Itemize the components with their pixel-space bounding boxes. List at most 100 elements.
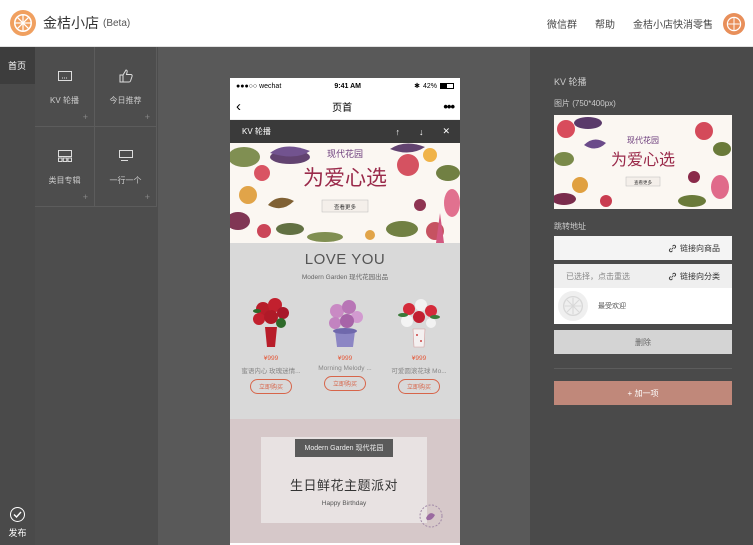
- left-nav: 首页 发布: [0, 47, 35, 545]
- add-icon: +: [82, 192, 88, 202]
- floral-preview-image: 现代花园 为爱心选 查看更多: [554, 115, 732, 209]
- link-category-button[interactable]: 链接向分类: [668, 271, 720, 282]
- thumbs-up-icon: [119, 67, 133, 85]
- stamp-seal-image: [419, 504, 443, 528]
- buy-now-button[interactable]: 立即购买: [323, 376, 366, 391]
- link-product-label: 链接向商品: [680, 243, 720, 253]
- rose-bouquet-image: [253, 298, 289, 347]
- flower-ball-image: [398, 299, 440, 348]
- publish-button[interactable]: 发布: [0, 507, 35, 539]
- check-circle-icon: [10, 507, 25, 522]
- single-row-icon: [118, 147, 133, 165]
- section-subheading: Modern Garden 现代花园出品: [301, 274, 389, 281]
- kv-banner[interactable]: 现代花园 为爱心选 查看更多: [230, 143, 460, 243]
- selected-category-item: 最受欢迎: [554, 288, 732, 324]
- component-today-pick[interactable]: 今日推荐 +: [95, 47, 157, 127]
- product-name: 可爱圆滚花球 Mo...: [391, 368, 447, 375]
- carrier-text: ●●●○○ wechat: [236, 82, 282, 90]
- component-category-album[interactable]: 类目专辑 +: [35, 127, 95, 207]
- component-label: 类目专辑: [48, 176, 81, 185]
- app-logo[interactable]: [10, 10, 36, 36]
- bluetooth-icon: ✱: [414, 83, 420, 90]
- buy-now-button[interactable]: 立即购买: [397, 379, 440, 394]
- top-bar: 金桔小店 (Beta) 微信群 帮助 金桔小店快消零售: [0, 0, 753, 47]
- store-name-link[interactable]: 金桔小店快消零售: [633, 16, 713, 31]
- component-kv-carousel[interactable]: KV 轮播 +: [35, 47, 95, 127]
- kv-toolbar: KV 轮播 ↑ ↓ ✕: [230, 120, 460, 143]
- party-card: Modern Garden 现代花园 生日鲜花主题派对 Happy Birthd…: [261, 437, 427, 523]
- product-card[interactable]: ¥999 蜜语内心 玫瑰迷情... 立即购买: [238, 295, 304, 394]
- product-card[interactable]: ¥999 Morning Melody ... 立即购买: [312, 295, 378, 394]
- product-list: ¥999 蜜语内心 玫瑰迷情... 立即购买 ¥999 Morning Melo…: [230, 295, 460, 394]
- orange-slice-icon: [562, 295, 584, 317]
- party-tag: Modern Garden 现代花园: [294, 439, 394, 457]
- category-icon: [57, 147, 72, 165]
- link-address-label: 跳转地址: [554, 222, 586, 231]
- banner-title: 现代花园: [327, 148, 363, 160]
- image-label: 图片 (750*400px): [554, 99, 616, 108]
- beta-badge: (Beta): [103, 17, 131, 29]
- avatar[interactable]: [723, 12, 745, 35]
- category-thumbnail: [558, 291, 588, 321]
- kv-toolbar-label: KV 轮播: [242, 127, 271, 136]
- preview-banner-title: 现代花园: [627, 135, 659, 145]
- orange-slice-icon: [726, 16, 742, 31]
- birthday-party-section[interactable]: Modern Garden 现代花园 生日鲜花主题派对 Happy Birthd…: [230, 419, 460, 543]
- image-upload[interactable]: 现代花园 为爱心选 查看更多: [554, 115, 732, 209]
- link-category-label: 链接向分类: [680, 271, 720, 281]
- move-up-icon[interactable]: ↑: [395, 127, 400, 137]
- product-price: ¥999: [337, 355, 353, 362]
- pink-bouquet-image: [329, 300, 363, 347]
- phone-preview: ●●●○○ wechat 9:41 AM ✱ 42% ‹ 页首 ••• KV 轮…: [230, 78, 460, 545]
- preview-banner-headline: 为爱心选: [611, 150, 675, 169]
- product-name: 蜜语内心 玫瑰迷情...: [241, 368, 301, 375]
- component-panel: KV 轮播 + 今日推荐 + 类目专辑 + 一行一个 +: [35, 47, 158, 545]
- status-bar: ●●●○○ wechat 9:41 AM ✱ 42%: [230, 78, 460, 94]
- selected-category-name: 最受欢迎: [598, 303, 626, 310]
- editor-canvas: ●●●○○ wechat 9:41 AM ✱ 42% ‹ 页首 ••• KV 轮…: [158, 47, 530, 545]
- selected-placeholder: 已选择，点击重选: [566, 271, 630, 281]
- product-card[interactable]: ¥999 可爱圆滚花球 Mo... 立即购买: [386, 295, 452, 394]
- settings-title: KV 轮播: [554, 77, 587, 87]
- divider: [554, 368, 732, 369]
- product-price: ¥999: [263, 355, 279, 362]
- component-label: KV 轮播: [50, 96, 79, 105]
- add-item-button[interactable]: + 加一项: [554, 381, 732, 405]
- publish-label: 发布: [8, 528, 27, 538]
- delete-button[interactable]: 删除: [554, 330, 732, 354]
- product-name: Morning Melody ...: [318, 365, 372, 372]
- carousel-icon: [57, 67, 72, 85]
- battery-percent: 42%: [422, 82, 437, 90]
- component-label: 今日推荐: [109, 96, 142, 105]
- add-icon: +: [144, 112, 150, 122]
- link-product-button[interactable]: 链接向商品: [554, 236, 732, 260]
- banner-more-label: 查看更多: [334, 203, 357, 211]
- nav-item-home[interactable]: 首页: [0, 47, 35, 84]
- close-icon[interactable]: ✕: [442, 126, 450, 137]
- product-price: ¥999: [411, 355, 427, 362]
- section-heading: LOVE YOU: [304, 251, 386, 268]
- preview-more-label: 查看更多: [634, 179, 652, 186]
- orange-slice-icon: [14, 14, 32, 32]
- floral-banner-image: 现代花园 为爱心选 查看更多: [230, 143, 460, 243]
- banner-headline: 为爱心选: [303, 166, 387, 190]
- help-link[interactable]: 帮助: [595, 16, 615, 31]
- settings-panel: KV 轮播 图片 (750*400px) 现代花园 为爱心选 查看更多 跳转地址: [530, 47, 753, 545]
- battery-icon: [440, 83, 454, 89]
- add-icon: +: [144, 192, 150, 202]
- buy-now-button[interactable]: 立即购买: [249, 379, 292, 394]
- top-nav: 微信群 帮助 金桔小店快消零售: [529, 0, 745, 47]
- category-link-row[interactable]: 已选择，点击重选 链接向分类: [554, 264, 732, 288]
- more-icon[interactable]: •••: [443, 99, 455, 114]
- add-icon: +: [82, 112, 88, 122]
- party-title: 生日鲜花主题派对: [289, 478, 398, 493]
- back-icon[interactable]: ‹: [236, 99, 241, 114]
- move-down-icon[interactable]: ↓: [419, 127, 424, 137]
- party-subtitle: Happy Birthday: [321, 500, 367, 507]
- phone-title-bar: ‹ 页首 •••: [230, 94, 460, 120]
- component-single-row[interactable]: 一行一个 +: [95, 127, 157, 207]
- wechat-group-link[interactable]: 微信群: [547, 16, 577, 31]
- link-icon: [668, 244, 677, 253]
- component-label: 一行一个: [109, 176, 142, 185]
- link-icon: [668, 272, 677, 281]
